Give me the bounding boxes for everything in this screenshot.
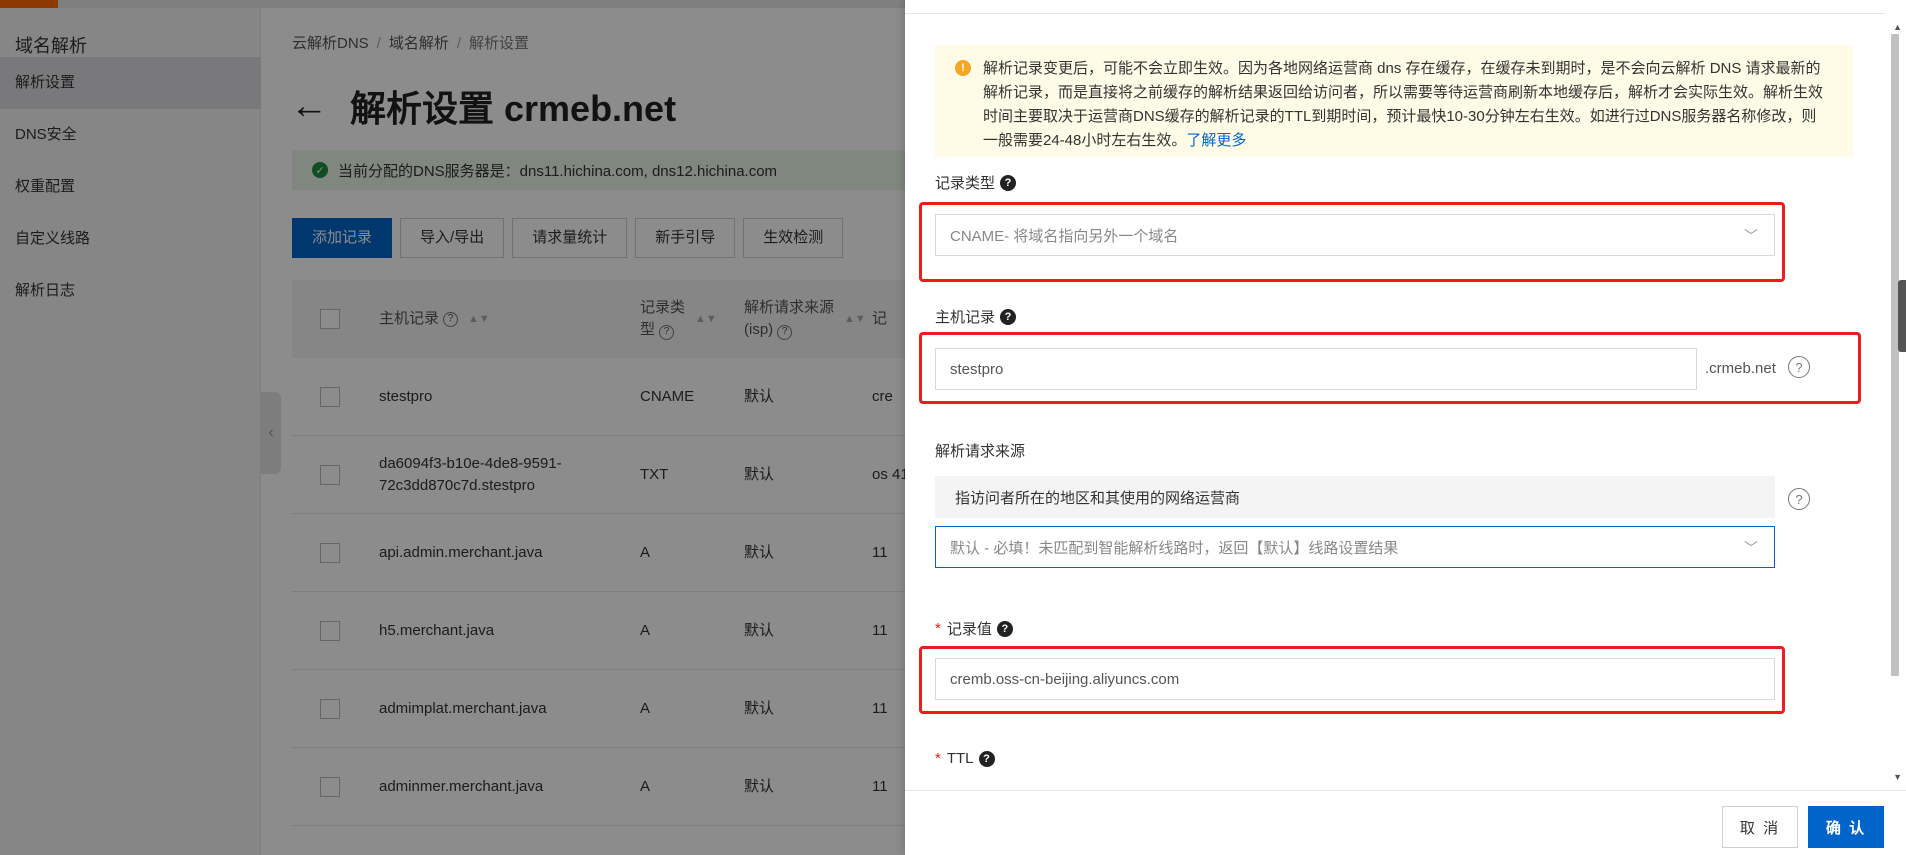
scroll-up-icon[interactable]: ▲	[1893, 22, 1902, 32]
help-icon[interactable]: ?	[978, 750, 995, 767]
record-type-label-text: 记录类型	[935, 175, 996, 192]
record-type-label: 记录类型 ?	[935, 172, 1017, 193]
learn-more-link[interactable]: 了解更多	[1186, 132, 1246, 149]
drawer-footer: 取 消 确 认	[905, 790, 1906, 855]
record-value-label-text: 记录值	[946, 621, 992, 638]
cancel-button[interactable]: 取 消	[1722, 806, 1798, 848]
isp-line-value: 默认 - 必填！未匹配到智能解析线路时，返回【默认】线路设置结果	[950, 539, 1399, 557]
warning-icon: !	[955, 60, 971, 76]
highlight-box	[919, 202, 1785, 282]
scroll-down-icon[interactable]: ▼	[1893, 772, 1902, 782]
isp-label: 解析请求来源	[935, 443, 1026, 460]
ttl-label: * TTL ?	[935, 750, 995, 767]
help-circle-icon[interactable]: ?	[1788, 488, 1810, 510]
drawer-scrollbar[interactable]	[1888, 28, 1906, 788]
isp-line-select[interactable]: 默认 - 必填！未匹配到智能解析线路时，返回【默认】线路设置结果 ﹀	[935, 526, 1775, 568]
isp-info-bar: 指访问者所在的地区和其使用的网络运营商	[935, 476, 1775, 518]
propagation-notice: ! 解析记录变更后，可能不会立即生效。因为各地网络运营商 dns 存在缓存，在缓…	[935, 45, 1853, 157]
confirm-button[interactable]: 确 认	[1808, 806, 1884, 848]
highlight-box	[919, 332, 1861, 404]
help-icon[interactable]: ?	[1000, 308, 1017, 325]
required-marker: *	[935, 750, 941, 767]
required-marker: *	[935, 620, 941, 637]
isp-info-text: 指访问者所在的地区和其使用的网络运营商	[955, 489, 1241, 507]
help-icon[interactable]: ?	[996, 620, 1013, 637]
chevron-down-icon: ﹀	[1744, 540, 1758, 556]
highlight-box	[919, 646, 1785, 714]
host-record-label: 主机记录 ?	[935, 306, 1017, 327]
ttl-label-text: TTL	[946, 750, 974, 767]
drawer-divider	[905, 13, 1885, 14]
record-value-label: * 记录值 ?	[935, 618, 1013, 639]
host-record-label-text: 主机记录	[935, 309, 996, 326]
modal-overlay[interactable]	[0, 0, 905, 855]
help-icon[interactable]: ?	[1000, 174, 1017, 191]
notice-text: 解析记录变更后，可能不会立即生效。因为各地网络运营商 dns 存在缓存，在缓存未…	[983, 60, 1824, 149]
edge-feedback-tab[interactable]	[1898, 280, 1906, 352]
add-record-drawer: ! 解析记录变更后，可能不会立即生效。因为各地网络运营商 dns 存在缓存，在缓…	[905, 0, 1906, 855]
scroll-thumb[interactable]	[1891, 34, 1899, 676]
